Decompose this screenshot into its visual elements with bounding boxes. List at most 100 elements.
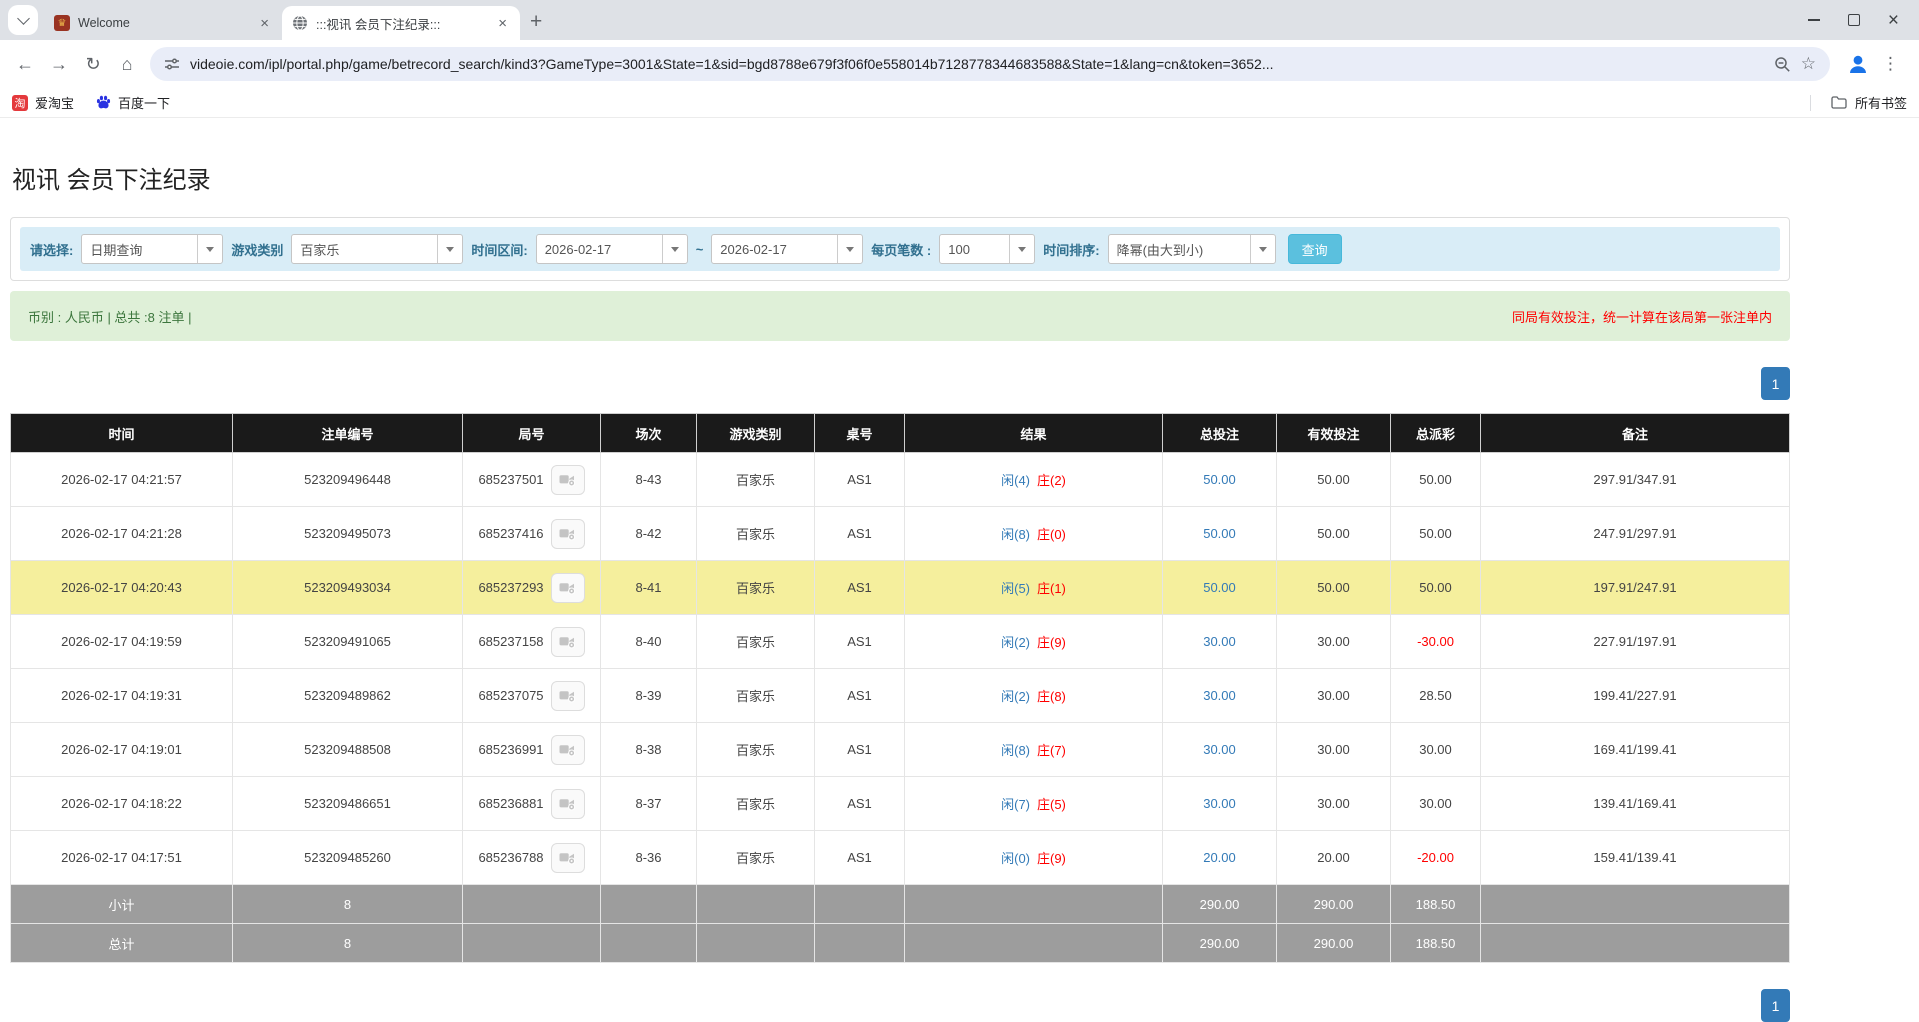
cell-payout: -20.00 [1391,831,1481,885]
page-number-button[interactable]: 1 [1761,367,1790,400]
cell-time: 2026-02-17 04:20:43 [11,561,233,615]
cell-total-bet: 50.00 [1163,507,1277,561]
total-bet-link[interactable]: 50.00 [1203,472,1236,487]
reload-button[interactable]: ↻ [76,47,110,81]
tab-bet-record[interactable]: :::视讯 会员下注纪录::: × [282,6,520,40]
welcome-favicon-icon: ♛ [54,15,70,31]
cell-session: 8-38 [601,723,697,777]
cell-bet-id: 523209491065 [233,615,463,669]
cell-total-bet: 20.00 [1163,831,1277,885]
round-number: 685237501 [478,472,543,487]
total-bet-link[interactable]: 30.00 [1203,796,1236,811]
cell-time: 2026-02-17 04:19:01 [11,723,233,777]
video-replay-button[interactable] [551,843,585,873]
cell-table-no: AS1 [815,777,905,831]
cell-payout: 30.00 [1391,723,1481,777]
sort-order-label: 时间排序: [1043,240,1099,259]
cell-result: 闲(8)庄(7) [905,723,1163,777]
home-button[interactable]: ⌂ [110,47,144,81]
round-number: 685236991 [478,742,543,757]
all-bookmarks-button[interactable]: 所有书签 [1810,93,1907,112]
game-type-label: 游戏类别 [231,240,283,259]
address-bar[interactable]: videoie.com/ipl/portal.php/game/betrecor… [150,47,1830,81]
video-replay-button[interactable] [551,681,585,711]
cell-valid-bet: 50.00 [1277,561,1391,615]
cell-game-type: 百家乐 [697,561,815,615]
game-type-select[interactable]: 百家乐 [291,234,463,264]
table-row: 2026-02-17 04:20:43523209493034685237293… [11,561,1790,615]
pagination-top: 1 [10,367,1790,400]
query-type-select[interactable]: 日期查询 [81,234,223,264]
back-button[interactable]: ← [8,47,42,81]
round-number: 685237075 [478,688,543,703]
dropdown-arrow-icon [437,235,462,263]
bookmark-taobao[interactable]: 淘 爱淘宝 [12,93,74,112]
total-bet-link[interactable]: 50.00 [1203,580,1236,595]
cell-valid-bet: 30.00 [1277,669,1391,723]
column-header: 注单编号 [233,414,463,453]
profile-avatar[interactable] [1846,52,1870,76]
cell-bet-id: 523209488508 [233,723,463,777]
browser-toolbar: ← → ↻ ⌂ videoie.com/ipl/portal.php/game/… [0,40,1919,88]
result-banker: 庄(9) [1037,851,1066,866]
totals-label: 总计 [11,924,233,963]
cell-remark: 227.91/197.91 [1481,615,1790,669]
video-replay-button[interactable] [551,573,585,603]
total-bet-link[interactable]: 30.00 [1203,742,1236,757]
result-banker: 庄(2) [1037,473,1066,488]
sort-order-select[interactable]: 降幂(由大到小) [1108,234,1276,264]
search-button[interactable]: 查询 [1288,234,1342,264]
divider [1810,95,1811,111]
window-controls: × [1808,0,1919,40]
per-page-select[interactable]: 100 [939,234,1035,264]
total-bet-link[interactable]: 30.00 [1203,688,1236,703]
totals-valid-bet: 290.00 [1277,885,1391,924]
cell-bet-id: 523209485260 [233,831,463,885]
close-window-button[interactable]: × [1888,11,1899,30]
new-tab-button[interactable]: + [530,11,542,32]
total-bet-link[interactable]: 30.00 [1203,634,1236,649]
browser-menu-icon[interactable]: ⋮ [1876,54,1911,74]
video-replay-button[interactable] [551,789,585,819]
column-header: 总派彩 [1391,414,1481,453]
cell-time: 2026-02-17 04:18:22 [11,777,233,831]
cell-bet-id: 523209495073 [233,507,463,561]
maximize-button[interactable] [1848,14,1860,26]
url-text: videoie.com/ipl/portal.php/game/betrecor… [190,56,1764,72]
cell-empty [905,924,1163,963]
video-replay-button[interactable] [551,735,585,765]
site-settings-icon[interactable] [164,56,180,72]
close-tab-icon[interactable]: × [495,15,510,32]
filter-panel: 请选择: 日期查询 游戏类别 百家乐 时间区间: 2026-02-17 ~ 20… [10,217,1790,281]
total-bet-link[interactable]: 20.00 [1203,850,1236,865]
date-to-picker[interactable]: 2026-02-17 [711,234,863,264]
totals-count: 8 [233,924,463,963]
bookmark-star-icon[interactable]: ☆ [1801,54,1816,74]
cell-time: 2026-02-17 04:21:57 [11,453,233,507]
cell-game-type: 百家乐 [697,831,815,885]
total-bet-link[interactable]: 50.00 [1203,526,1236,541]
page-number-button[interactable]: 1 [1761,989,1790,1022]
video-replay-button[interactable] [551,519,585,549]
cell-session: 8-43 [601,453,697,507]
cell-empty [463,924,601,963]
forward-button[interactable]: → [42,47,76,81]
result-banker: 庄(9) [1037,635,1066,650]
cell-total-bet: 30.00 [1163,723,1277,777]
result-player: 闲(5) [1001,581,1030,596]
bet-records-table: 时间注单编号局号场次游戏类别桌号结果总投注有效投注总派彩备注 2026-02-1… [10,413,1790,963]
tab-search-button[interactable] [8,5,38,35]
cell-bet-id: 523209496448 [233,453,463,507]
tab-welcome[interactable]: ♛ Welcome × [44,6,282,40]
table-row: 2026-02-17 04:18:22523209486651685236881… [11,777,1790,831]
video-replay-button[interactable] [551,627,585,657]
bookmark-label: 爱淘宝 [35,93,74,112]
cell-time: 2026-02-17 04:21:28 [11,507,233,561]
bookmark-baidu[interactable]: 百度一下 [96,93,170,112]
zoom-indicator-icon[interactable] [1774,56,1791,73]
date-from-picker[interactable]: 2026-02-17 [536,234,688,264]
close-tab-icon[interactable]: × [257,15,272,32]
video-replay-button[interactable] [551,465,585,495]
minimize-button[interactable] [1808,19,1820,21]
column-header: 局号 [463,414,601,453]
